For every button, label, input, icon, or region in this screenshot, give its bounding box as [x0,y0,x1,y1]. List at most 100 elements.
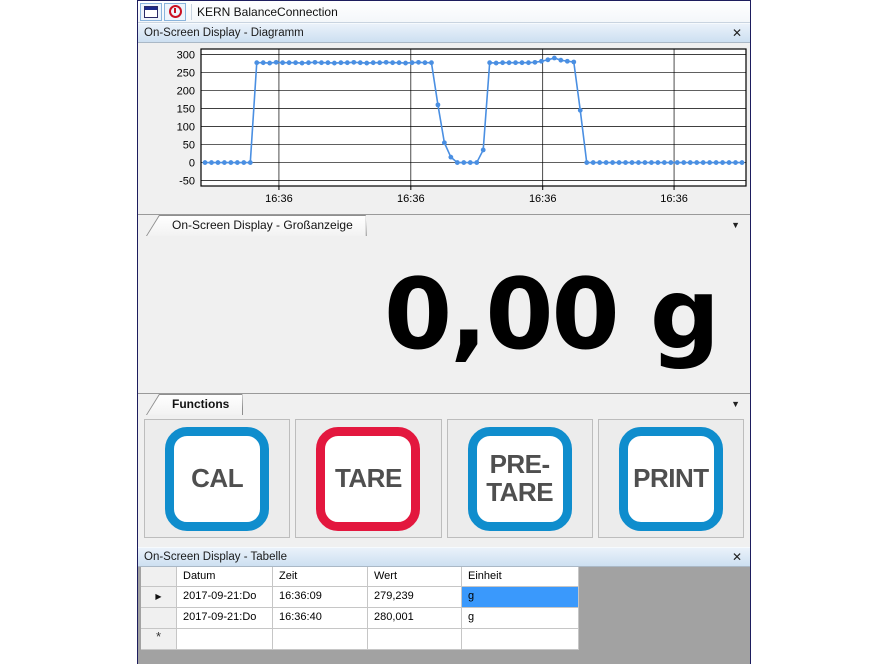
data-point-marker [455,160,460,165]
data-point-marker [533,60,538,65]
tab-functions-label: Functions [146,394,243,411]
data-point-marker [513,60,518,65]
data-point-marker [248,160,253,165]
x-tick-label: 16:36 [660,193,688,205]
chevron-down-icon[interactable]: ▼ [731,220,740,230]
data-point-marker [461,160,466,165]
function-button-cell: PRINT [598,419,744,538]
row-selector-header [141,567,177,587]
window-icon [144,6,158,18]
data-point-marker [358,60,363,65]
data-point-marker [403,61,408,66]
data-point-marker [539,59,544,64]
titlebar: KERN BalanceConnection [138,1,750,23]
data-point-marker [681,160,686,165]
data-point-marker [410,60,415,65]
functions-tab-row: Functions ▼ [138,393,750,415]
column-header-wert[interactable]: Wert [368,567,462,587]
function-button-print[interactable]: PRINT [619,427,723,531]
weight-value: 0,00 g [384,266,718,364]
table-cell[interactable] [462,629,579,650]
row-selector[interactable] [141,608,177,629]
y-tick-label: 200 [177,85,195,97]
column-header-datum[interactable]: Datum [177,567,273,587]
function-button-pre-tare[interactable]: PRE-TARE [468,427,572,531]
data-point-marker [494,61,499,66]
table-cell[interactable]: 16:36:09 [273,587,368,608]
y-tick-label: 250 [177,67,195,79]
table-cell[interactable]: g [462,608,579,629]
data-point-marker [630,160,635,165]
table-cell[interactable] [368,629,462,650]
diagramm-chart-section: 300250200150100500-5016:3616:3616:3616:3… [138,43,750,214]
data-point-marker [364,61,369,66]
data-point-marker [546,57,551,62]
chevron-down-icon[interactable]: ▼ [731,399,740,409]
table-row: ▶2017-09-21:Do16:36:09279,239g [141,587,579,608]
table-header-row: DatumZeitWertEinheit [141,567,579,587]
x-tick-label: 16:36 [397,193,425,205]
diagramm-panel-title: On-Screen Display - Diagramm [144,27,730,39]
column-header-zeit[interactable]: Zeit [273,567,368,587]
new-row-indicator[interactable]: * [141,629,177,650]
disconnect-button[interactable] [164,3,186,21]
data-point-marker [571,60,576,65]
function-button-cell: TARE [295,419,441,538]
grossanzeige-display: 0,00 g [138,236,750,393]
window-menu-button[interactable] [140,3,162,21]
tabelle-section: DatumZeitWertEinheit▶2017-09-21:Do16:36:… [138,567,750,664]
data-point-marker [649,160,654,165]
table-cell[interactable] [177,629,273,650]
current-row-indicator[interactable]: ▶ [141,587,177,608]
table-cell-selected[interactable]: g [462,587,579,608]
data-point-marker [209,160,214,165]
data-point-marker [643,160,648,165]
function-button-label: TARE [335,465,402,492]
function-button-cal[interactable]: CAL [165,427,269,531]
function-button-label: PRINT [633,465,709,492]
data-point-marker [662,160,667,165]
data-point-marker [584,160,589,165]
data-point-marker [222,160,227,165]
data-point-marker [390,60,395,65]
data-point-marker [267,61,272,66]
tabelle-panel-header: On-Screen Display - Tabelle ✕ [138,547,750,567]
data-point-marker [655,160,660,165]
grossanzeige-tab-row: On-Screen Display - Großanzeige ▼ [138,214,750,236]
data-point-marker [740,160,745,165]
data-point-marker [338,60,343,65]
power-icon [169,5,182,18]
table-cell[interactable] [273,629,368,650]
data-point-marker [688,160,693,165]
functions-buttons-row: CAL TARE PRE-TARE PRINT [138,415,750,542]
data-point-marker [287,60,292,65]
tab-functions[interactable]: Functions [146,394,243,415]
column-header-einheit[interactable]: Einheit [462,567,579,587]
table-cell[interactable]: 16:36:40 [273,608,368,629]
x-tick-label: 16:36 [265,193,293,205]
data-point-marker [429,60,434,65]
table-cell[interactable]: 279,239 [368,587,462,608]
close-icon[interactable]: ✕ [730,551,744,563]
function-button-tare[interactable]: TARE [316,427,420,531]
table-cell[interactable]: 2017-09-21:Do [177,608,273,629]
data-point-marker [733,160,738,165]
data-point-marker [423,60,428,65]
data-point-marker [371,60,376,65]
tabelle-panel-title: On-Screen Display - Tabelle [144,551,730,563]
data-point-marker [436,102,441,107]
diagram-chart: 300250200150100500-5016:3616:3616:3616:3… [138,43,750,214]
table-cell[interactable]: 2017-09-21:Do [177,587,273,608]
data-point-marker [216,160,221,165]
data-point-marker [636,160,641,165]
data-point-marker [261,60,266,65]
data-point-marker [377,60,382,65]
close-icon[interactable]: ✕ [730,27,744,39]
tab-grossanzeige[interactable]: On-Screen Display - Großanzeige [146,215,367,236]
table-cell[interactable]: 280,001 [368,608,462,629]
data-point-marker [306,60,311,65]
data-point-marker [351,60,356,65]
data-point-marker [694,160,699,165]
data-point-marker [591,160,596,165]
data-point-marker [203,160,208,165]
